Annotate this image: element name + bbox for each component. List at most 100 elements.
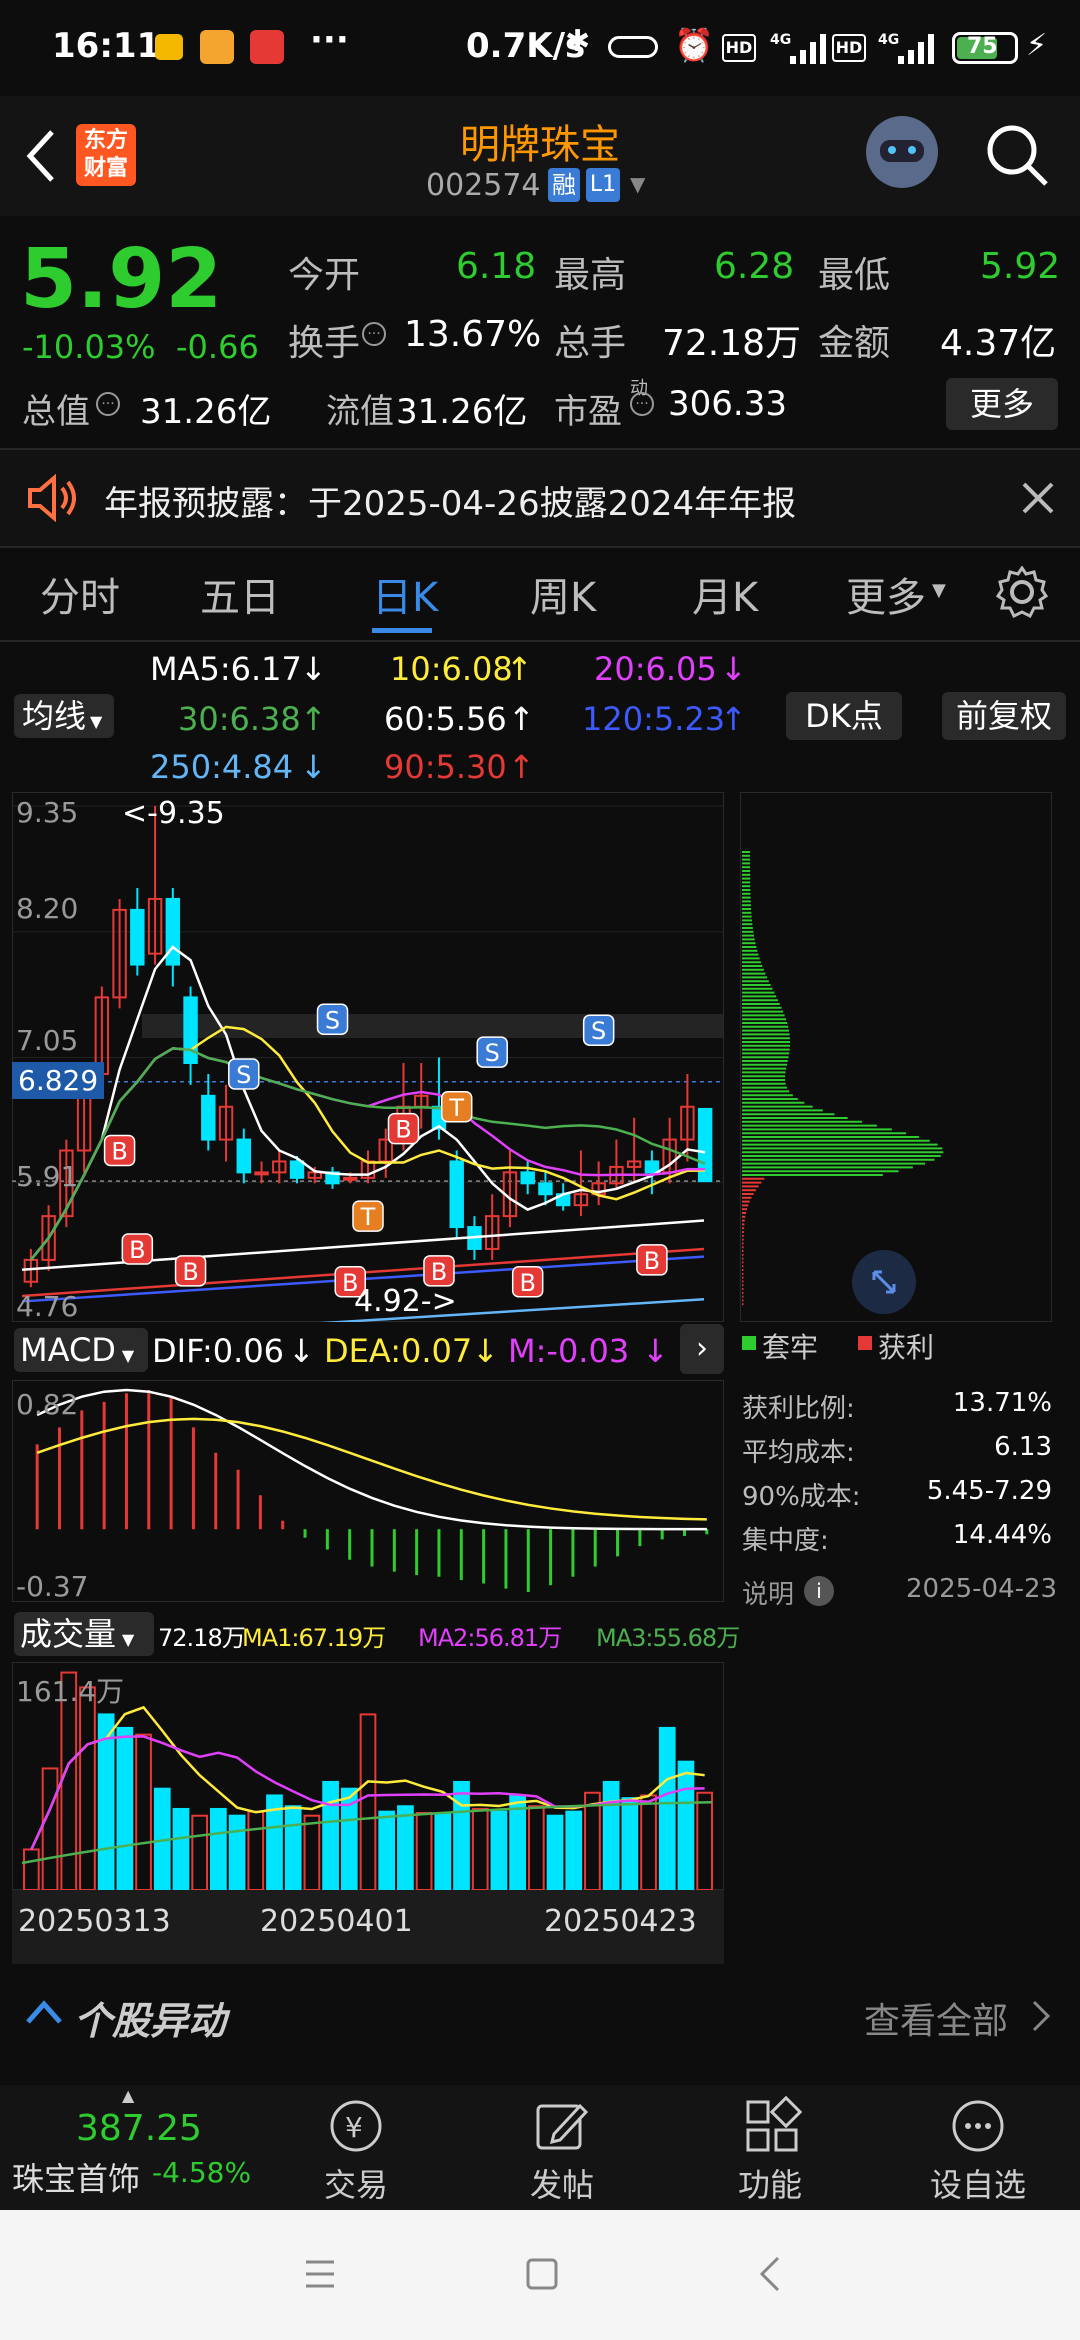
float-cap-value: 31.26亿 [396, 392, 528, 432]
chevron-right-icon[interactable]: › [680, 1324, 724, 1374]
function-icon[interactable] [742, 2096, 802, 2156]
more-button[interactable]: 更多 [946, 378, 1058, 430]
info-icon[interactable]: ··· [96, 392, 120, 416]
more-circle-icon[interactable] [948, 2096, 1008, 2156]
macd-chart[interactable] [12, 1380, 724, 1602]
up-arrow-icon: ↑ [508, 748, 535, 786]
dif-value: DIF:0.06 [152, 1332, 285, 1370]
robot-assistant-icon[interactable] [866, 116, 938, 188]
volume-bar [41, 1767, 59, 1890]
trapped-legend-label: 套牢 [762, 1331, 819, 1364]
stock-movement-section[interactable]: 个股异动 查看全部 [0, 1970, 1080, 2064]
volume-bar [677, 1760, 695, 1890]
tab-intraday[interactable]: 分时 [40, 565, 120, 623]
ma-selector[interactable]: 均线 ▼ [14, 694, 114, 738]
trade-icon[interactable]: ¥ [326, 2096, 386, 2156]
down-arrow-icon: ↓ [288, 1332, 315, 1370]
macd-selector[interactable]: MACD ▼ [14, 1328, 148, 1372]
candle-body [165, 897, 181, 966]
trade-signal-label: B [111, 1138, 127, 1166]
alarm-icon: ⏰ [674, 26, 714, 64]
volume-bar [415, 1812, 433, 1890]
tab-more[interactable]: 更多 [846, 565, 926, 623]
info-icon[interactable]: ··· [362, 322, 386, 346]
volume-bar [696, 1791, 714, 1890]
tab-daily-k[interactable]: 日K [372, 565, 438, 623]
nav-function[interactable]: 功能 [710, 2160, 830, 2206]
change-amount: -0.66 [176, 328, 259, 366]
candle-body [201, 1094, 216, 1141]
post-icon[interactable] [532, 2096, 592, 2156]
volume-bar [210, 1807, 227, 1890]
back-nav-icon[interactable] [756, 2254, 786, 2294]
volume-bar [247, 1810, 265, 1890]
float-cap-label: 流值 [326, 392, 394, 432]
amount-label: 金额 [818, 323, 891, 364]
tab-five-day[interactable]: 五日 [200, 565, 280, 623]
volume-bar [397, 1805, 414, 1890]
down-arrow-icon: ↓ [720, 650, 747, 688]
chevron-right-icon[interactable] [1030, 1998, 1054, 2034]
trade-signal-label: B [395, 1116, 411, 1144]
volume-bar [228, 1814, 246, 1890]
margin-badge: 融 [548, 168, 580, 202]
nav-post[interactable]: 发帖 [502, 2160, 622, 2206]
turnover-label: 换手 [288, 323, 361, 364]
trade-signal-label: B [519, 1269, 535, 1297]
ma30-value: 30:6.38 [178, 700, 301, 738]
y-axis-label: 5.91 [16, 1160, 79, 1193]
dea-value: DEA:0.07 [324, 1332, 473, 1370]
notice-bar[interactable]: 年报预披露：于2025-04-26披露2024年年报 [0, 450, 1080, 546]
info-icon[interactable]: i [804, 1576, 834, 1606]
gear-icon[interactable] [996, 566, 1048, 618]
kline-chart[interactable]: BBBSSBTBBTSBSB [12, 792, 724, 1322]
caret-up-icon: ▲ [122, 2086, 135, 2105]
home-icon[interactable] [524, 2256, 560, 2292]
forward-adjust-button[interactable]: 前复权 [942, 692, 1066, 740]
volume-label: 总手 [554, 323, 627, 364]
back-icon[interactable] [20, 126, 60, 186]
down-arrow-icon: ↓ [300, 748, 327, 786]
index-change: -4.58% [152, 2156, 252, 2189]
tab-monthly-k[interactable]: 月K [692, 565, 758, 623]
expand-chart-button[interactable] [852, 1250, 916, 1314]
close-icon[interactable] [1020, 480, 1056, 516]
chevron-down-icon[interactable]: ▼ [630, 172, 645, 196]
info-icon[interactable]: ··· [630, 392, 654, 416]
index-value[interactable]: 387.25 [76, 2108, 202, 2149]
chip-distribution-chart[interactable] [740, 792, 1052, 1322]
menu-icon[interactable] [302, 2256, 338, 2292]
tab-weekly-k[interactable]: 周K [530, 565, 596, 623]
chip-stat-row: 获利比例: 13.71% [742, 1388, 1052, 1424]
volume-bar [135, 1733, 152, 1890]
m-value: M:-0.03 [508, 1332, 630, 1370]
view-all-link[interactable]: 查看全部 [864, 1992, 1008, 2044]
up-arrow-icon: ↑ [300, 700, 327, 738]
dk-point-button[interactable]: DK点 [786, 692, 902, 740]
up-arrow-icon: ↑ [506, 650, 533, 688]
ma10-value: 10:6.08 [390, 650, 513, 688]
candle-body [520, 1171, 535, 1185]
high-value: 6.28 [714, 246, 795, 287]
dea-line [36, 1417, 707, 1521]
stock-code: 002574 [426, 168, 541, 203]
volume-ma1: MA1:67.19万 [242, 1624, 386, 1652]
nav-trade[interactable]: 交易 [296, 2160, 416, 2206]
stock-name[interactable]: 明牌珠宝 [340, 112, 740, 170]
chip-note-label[interactable]: 说明 [742, 1574, 794, 1611]
index-name[interactable]: 珠宝首饰 [12, 2154, 140, 2200]
chip-date: 2025-04-23 [906, 1574, 1058, 1604]
ma60-value: 60:5.56 [384, 700, 507, 738]
trade-signal-label: S [485, 1039, 500, 1067]
trade-signal-label: T [448, 1094, 464, 1122]
search-icon[interactable] [984, 122, 1050, 188]
volume-bar [658, 1726, 676, 1890]
market-cap-value: 31.26亿 [140, 392, 272, 432]
signal-icon: 4G [770, 32, 826, 64]
volume-selector[interactable]: 成交量 ▼ [14, 1612, 154, 1656]
nav-add-watchlist[interactable]: 设自选 [918, 2160, 1038, 2206]
more-notifications-icon: ··· [310, 20, 349, 60]
ma250-value: 250:4.84 [150, 748, 294, 786]
ma90-value: 90:5.30 [384, 748, 507, 786]
volume-bar [116, 1726, 134, 1890]
